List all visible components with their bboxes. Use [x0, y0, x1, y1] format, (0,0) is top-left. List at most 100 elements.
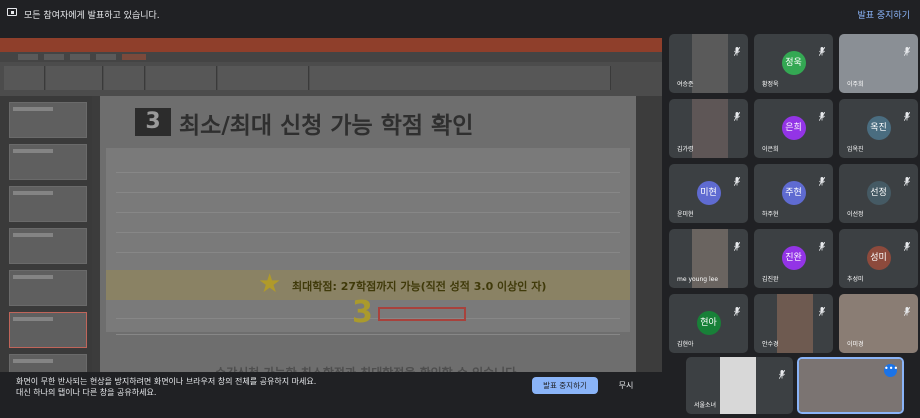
ppt-ribbon-group — [146, 66, 217, 90]
participant-tile[interactable]: 옥진 임옥진 — [839, 99, 918, 158]
mic-muted-icon — [903, 41, 911, 57]
mic-muted-icon — [733, 236, 741, 252]
participant-tile[interactable]: 주현 하주현 — [754, 164, 833, 223]
participant-avatar: 주현 — [781, 181, 806, 205]
highlight-red-box — [378, 307, 466, 321]
ppt-ribbon-group — [218, 66, 309, 90]
max-credit-text: 최대학점: 27학점까지 가능(직전 성적 3.0 이상인 자) — [292, 280, 547, 293]
mic-muted-icon — [818, 236, 826, 252]
participant-avatar: 은희 — [781, 116, 806, 140]
participant-tile[interactable]: ••• — [797, 357, 904, 414]
screenshot-row — [116, 222, 620, 233]
participant-avatar: 진완 — [781, 246, 806, 270]
ppt-ribbon-tabs — [0, 52, 662, 62]
participant-tile[interactable]: 성미 추성미 — [839, 229, 918, 288]
mic-muted-icon — [903, 236, 911, 252]
participant-tile[interactable]: 이미경 — [839, 294, 918, 353]
callout-number: 3 — [352, 295, 373, 330]
participant-name: 이은희 — [762, 146, 779, 153]
participant-name: 윤미현 — [677, 211, 694, 218]
shared-screen-stage: 3 최소/최대 신청 가능 학점 확인 ★ 최대학점: 27학점까지 가능(직전… — [0, 34, 662, 408]
participant-name: 하주현 — [762, 211, 779, 218]
slide-thumbnail — [9, 186, 87, 222]
participant-tile[interactable]: 안수경 — [754, 294, 833, 353]
ppt-ribbon-group — [46, 66, 103, 90]
participant-name: 이주희 — [847, 81, 864, 88]
screenshot-row — [116, 182, 620, 193]
warning-line-2: 대신 하나의 탭이나 다른 창을 공유하세요. — [16, 388, 157, 397]
shared-screen: 3 최소/최대 신청 가능 학점 확인 ★ 최대학점: 27학점까지 가능(직전… — [0, 38, 662, 404]
ignore-button[interactable]: 무시 — [612, 377, 640, 394]
slide-canvas: 3 최소/최대 신청 가능 학점 확인 ★ 최대학점: 27학점까지 가능(직전… — [100, 96, 636, 396]
participant-tile[interactable]: 진완 김진완 — [754, 229, 833, 288]
slide-number-box: 3 — [135, 108, 171, 136]
participant-tile[interactable]: 여승준 — [669, 34, 748, 93]
participant-name: 서울소녀 — [694, 402, 717, 409]
participant-tile[interactable]: 현아 김현아 — [669, 294, 748, 353]
participant-name: me young lee — [677, 276, 719, 283]
participant-tile[interactable]: 서울소녀 — [686, 357, 793, 414]
slide-thumbnail-active — [9, 312, 87, 348]
stop-presenting-link[interactable]: 발표 중지하기 — [857, 8, 910, 21]
mic-muted-icon — [733, 171, 741, 187]
ppt-tab — [44, 54, 64, 60]
participant-name: 김가령 — [677, 146, 694, 153]
slide-thumbnail — [9, 102, 87, 138]
presenting-message: 모든 참여자에게 발표하고 있습니다. — [24, 11, 160, 21]
participant-avatar: 미현 — [696, 181, 721, 205]
ppt-titlebar — [0, 38, 662, 52]
participant-tile[interactable]: 이주희 — [839, 34, 918, 93]
mic-muted-icon — [903, 106, 911, 122]
participant-name: 여승준 — [677, 81, 694, 88]
mic-muted-icon — [818, 301, 826, 317]
screenshot-row — [116, 202, 620, 213]
mic-muted-icon — [778, 364, 786, 380]
participant-video — [691, 34, 728, 93]
ppt-tab — [18, 54, 38, 60]
participant-tile[interactable]: 미현 윤미현 — [669, 164, 748, 223]
participant-avatar: 옥진 — [866, 116, 891, 140]
ppt-ribbon — [0, 52, 662, 96]
participant-video — [776, 294, 813, 353]
more-options-icon[interactable]: ••• — [884, 364, 898, 377]
participant-name: 이미경 — [847, 341, 864, 348]
mic-muted-icon — [733, 301, 741, 317]
participant-tile[interactable]: 김가령 — [669, 99, 748, 158]
participant-avatar: 선정 — [866, 181, 891, 205]
screenshot-row — [116, 242, 620, 253]
ppt-ribbon-group — [4, 66, 45, 90]
mic-muted-icon — [818, 171, 826, 187]
slide-thumbnail — [9, 228, 87, 264]
ppt-tab — [70, 54, 90, 60]
participant-tile[interactable]: 은희 이은희 — [754, 99, 833, 158]
participant-name: 김현아 — [677, 341, 694, 348]
participant-avatar: 현아 — [696, 311, 721, 335]
stop-presenting-button[interactable]: 발표 중지하기 — [532, 377, 598, 394]
participant-name: 안수경 — [762, 341, 779, 348]
slide-thumbnail — [9, 270, 87, 306]
participant-tile[interactable]: 정욱 황정욱 — [754, 34, 833, 93]
present-screen-icon — [7, 8, 17, 16]
slide-thumbnail-pane — [0, 96, 92, 404]
participant-avatar: 정욱 — [781, 51, 806, 75]
mic-muted-icon — [818, 41, 826, 57]
slide-screenshot: ★ 최대학점: 27학점까지 가능(직전 성적 3.0 이상인 자) 3 — [106, 148, 630, 335]
star-icon: ★ — [258, 269, 282, 299]
participant-tile[interactable]: me young lee — [669, 229, 748, 288]
participant-name: 임옥진 — [847, 146, 864, 153]
participant-name: 김진완 — [762, 276, 779, 283]
ppt-ribbon-group — [310, 66, 611, 90]
mic-muted-icon — [903, 171, 911, 187]
participant-name: 이선정 — [847, 211, 864, 218]
ppt-tab-active — [122, 54, 146, 60]
participant-tile[interactable]: 선정 이선정 — [839, 164, 918, 223]
mic-muted-icon — [733, 41, 741, 57]
mic-muted-icon — [903, 301, 911, 317]
screenshot-row — [116, 162, 620, 173]
participant-video — [691, 99, 728, 158]
ppt-tab — [96, 54, 116, 60]
participant-video — [720, 357, 756, 414]
ppt-ribbon-group — [104, 66, 145, 90]
participant-name: 황정욱 — [762, 81, 779, 88]
warning-line-1: 화면이 무한 반사되는 현상을 방지하려면 화면이나 브라우저 창의 전체를 공… — [16, 377, 317, 386]
